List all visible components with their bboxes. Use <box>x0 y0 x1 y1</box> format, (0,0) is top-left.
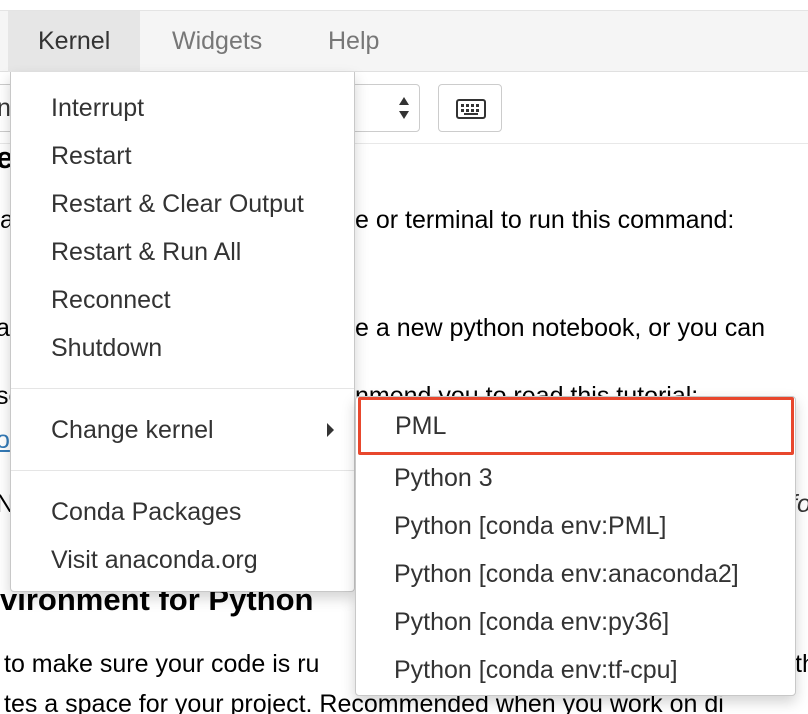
menu-item-conda-packages[interactable]: Conda Packages <box>11 488 354 536</box>
menu-item-restart-run-all[interactable]: Restart & Run All <box>11 228 354 276</box>
kernel-menu: Interrupt Restart Restart & Clear Output… <box>10 72 355 592</box>
select-arrows-icon <box>399 97 409 119</box>
notebook-text: to make sure your code is ru <box>4 650 320 678</box>
menu-kernel[interactable]: Kernel <box>8 11 141 72</box>
menu-item-interrupt[interactable]: Interrupt <box>11 84 354 132</box>
change-kernel-submenu: PML Python 3 Python [conda env:PML] Pyth… <box>355 396 796 696</box>
kernel-option-conda-tf-cpu[interactable]: Python [conda env:tf-cpu] <box>356 646 795 694</box>
menu-item-visit-anaconda[interactable]: Visit anaconda.org <box>11 536 354 584</box>
kernel-option-conda-anaconda2[interactable]: Python [conda env:anaconda2] <box>356 550 795 598</box>
menu-divider <box>11 470 354 471</box>
notebook-link[interactable]: o <box>0 426 10 455</box>
keyboard-icon <box>456 99 486 119</box>
menu-item-restart-clear-output[interactable]: Restart & Clear Output <box>11 180 354 228</box>
submenu-caret-icon <box>327 423 334 437</box>
menu-divider <box>11 388 354 389</box>
menu-help[interactable]: Help <box>298 11 409 72</box>
menu-item-restart[interactable]: Restart <box>11 132 354 180</box>
menu-item-change-kernel[interactable]: Change kernel <box>11 406 354 454</box>
kernel-option-pml[interactable]: PML <box>358 397 794 455</box>
menu-item-reconnect[interactable]: Reconnect <box>11 276 354 324</box>
kernel-option-python3[interactable]: Python 3 <box>356 454 795 502</box>
command-palette-button[interactable] <box>438 84 502 132</box>
kernel-option-conda-pml[interactable]: Python [conda env:PML] <box>356 502 795 550</box>
notebook-text: e a new python notebook, or you can <box>355 314 766 342</box>
menu-widgets[interactable]: Widgets <box>142 11 292 72</box>
notebook-text: e or terminal to run this command: <box>355 206 735 234</box>
kernel-option-conda-py36[interactable]: Python [conda env:py36] <box>356 598 795 646</box>
menu-item-change-kernel-label: Change kernel <box>51 416 214 444</box>
menu-item-shutdown[interactable]: Shutdown <box>11 324 354 372</box>
notebook-text: th <box>795 650 808 678</box>
menubar: Kernel Widgets Help <box>0 10 808 72</box>
